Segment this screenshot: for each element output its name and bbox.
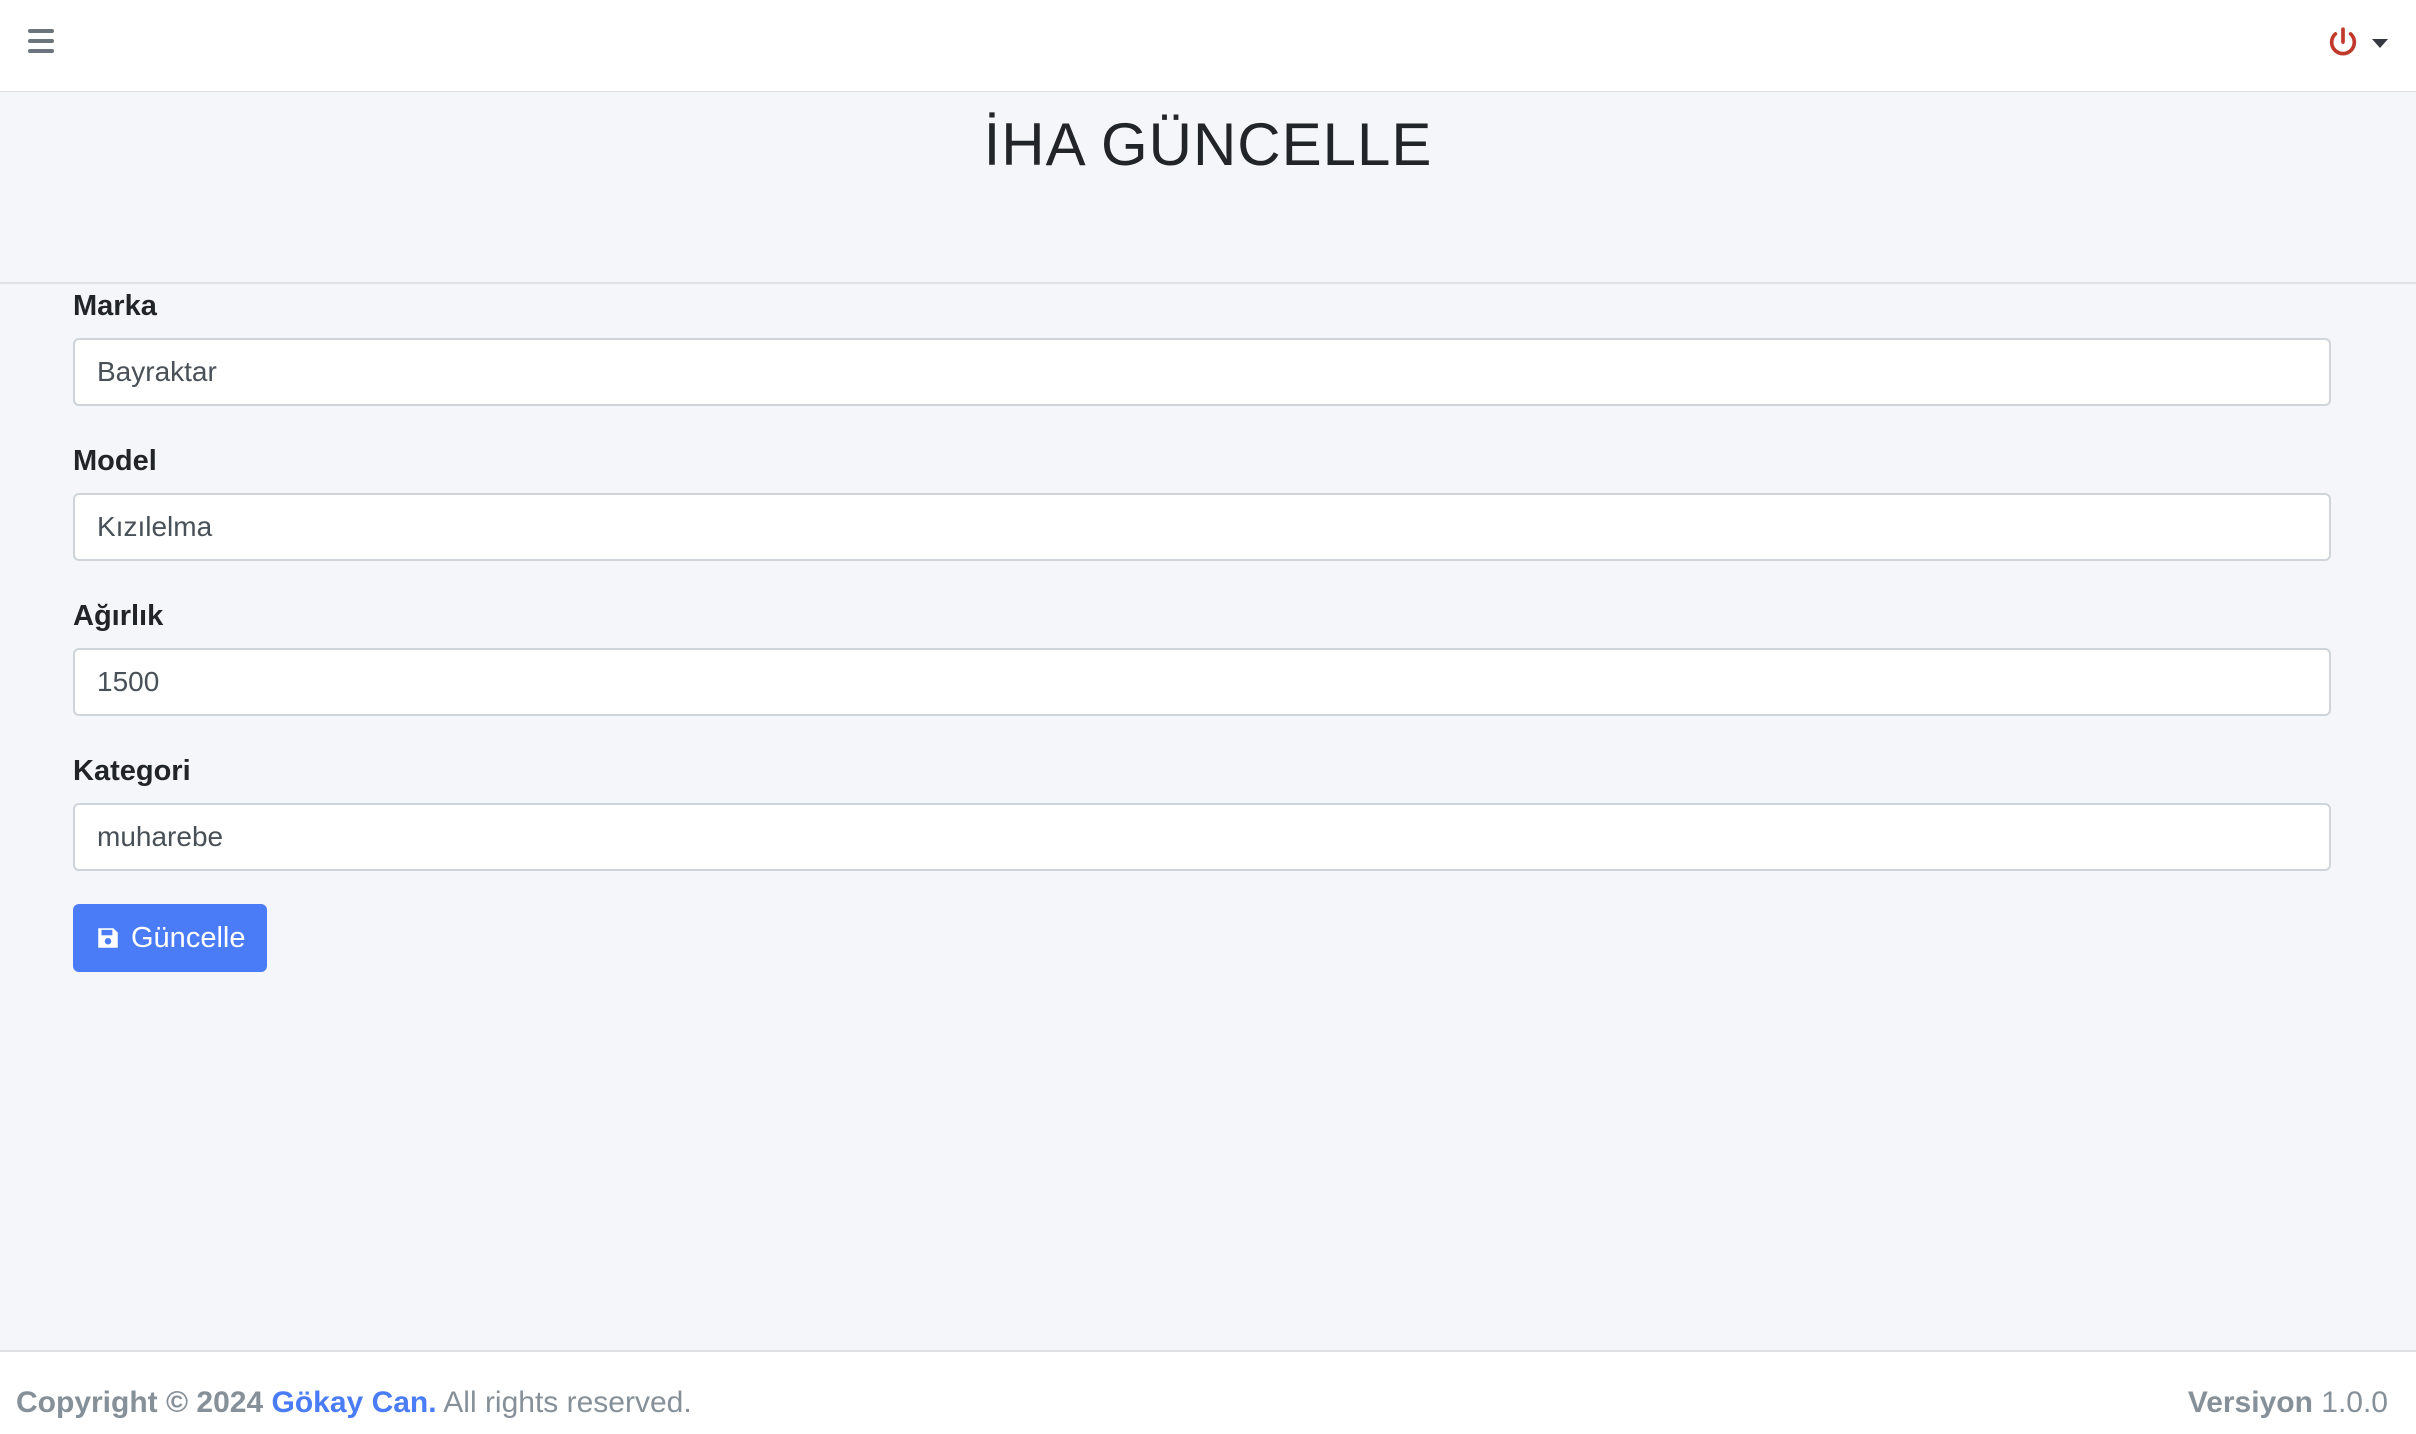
- power-icon: [2329, 27, 2357, 56]
- rights-text: All rights reserved.: [443, 1386, 692, 1419]
- agirlik-input[interactable]: [73, 648, 2331, 716]
- update-button[interactable]: Güncelle: [73, 904, 268, 972]
- content-header: İHA GÜNCELLE: [0, 92, 2416, 284]
- author-link[interactable]: Gökay Can.: [272, 1386, 437, 1419]
- kategori-input[interactable]: [73, 803, 2331, 871]
- form-group-agirlik: Ağırlık: [73, 594, 2331, 716]
- marka-input[interactable]: [73, 338, 2331, 406]
- top-navbar: [0, 0, 2416, 92]
- update-button-label: Güncelle: [131, 921, 246, 954]
- model-label: Model: [73, 445, 157, 477]
- version-number: 1.0.0: [2321, 1386, 2388, 1419]
- page-title: İHA GÜNCELLE: [983, 111, 1433, 178]
- marka-label: Marka: [73, 290, 157, 322]
- form-group-model: Model: [73, 439, 2331, 561]
- version-label: Versiyon: [2187, 1386, 2313, 1419]
- footer-copyright: Copyright © 2024 Gökay Can. All rights r…: [16, 1386, 692, 1420]
- save-icon: [98, 928, 118, 948]
- chevron-down-icon: [2372, 38, 2388, 48]
- footer: Copyright © 2024 Gökay Can. All rights r…: [0, 1350, 2416, 1434]
- model-input[interactable]: [73, 493, 2331, 561]
- form-group-kategori: Kategori: [73, 749, 2331, 871]
- user-menu-dropdown[interactable]: [2326, 22, 2388, 62]
- footer-version: Versiyon 1.0.0: [2188, 1386, 2388, 1420]
- agirlik-label: Ağırlık: [73, 600, 164, 632]
- hamburger-menu-icon[interactable]: [24, 22, 62, 60]
- form-group-marka: Marka: [73, 284, 2331, 406]
- copyright-text: Copyright © 2024: [16, 1386, 264, 1419]
- kategori-label: Kategori: [73, 755, 191, 787]
